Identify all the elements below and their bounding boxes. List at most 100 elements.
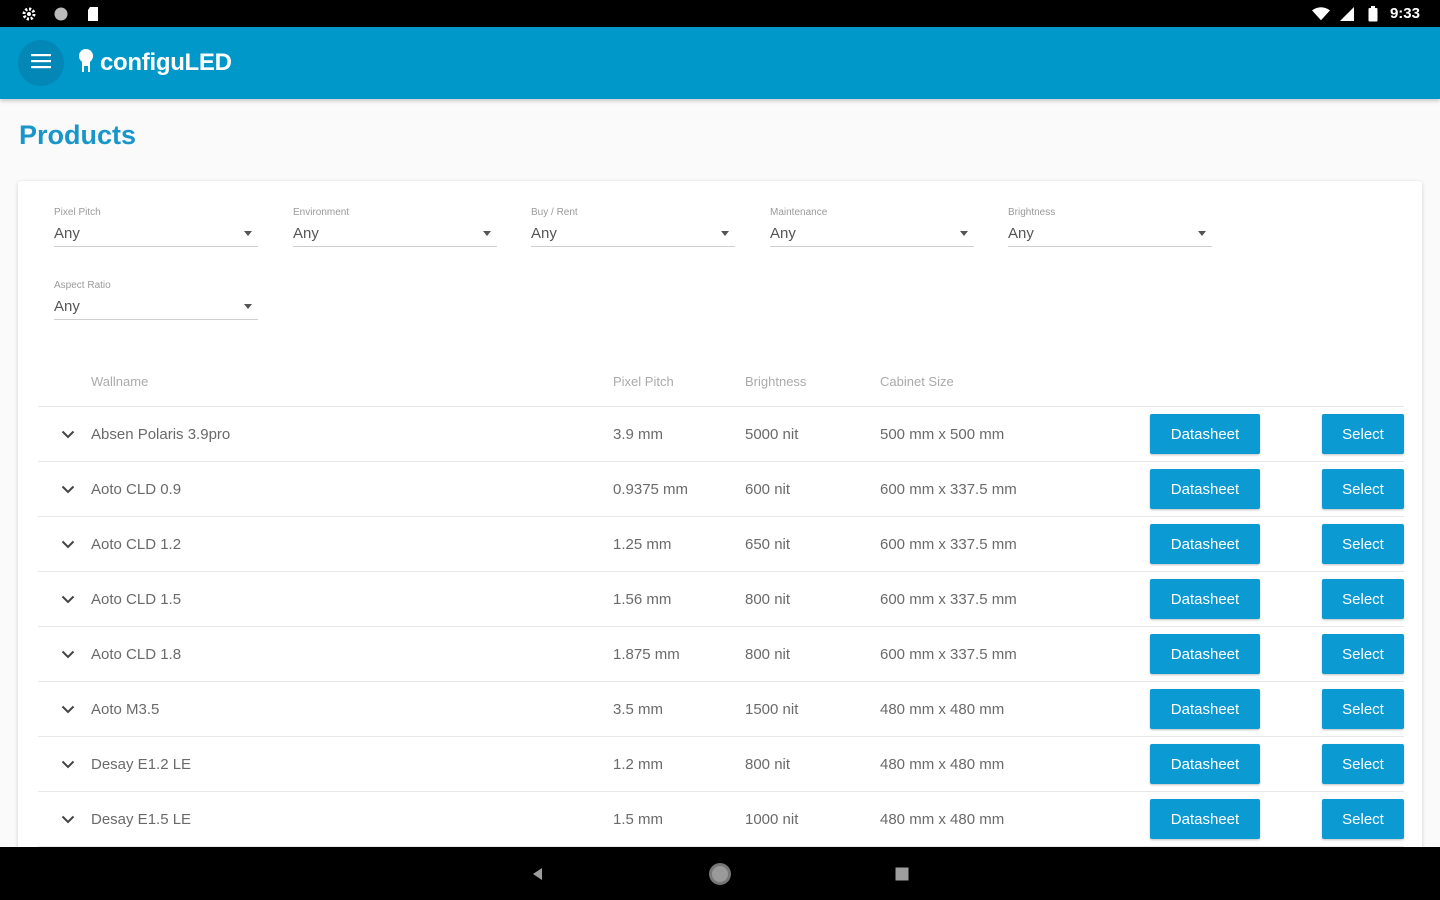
- cell-brightness: 650 nit: [745, 535, 791, 553]
- datasheet-button[interactable]: Datasheet: [1150, 799, 1260, 839]
- table-row: Aoto M3.5 3.5 mm 1500 nit 480 mm x 480 m…: [38, 682, 1404, 737]
- filter-value: Any: [54, 298, 80, 315]
- gear-icon: [20, 5, 38, 23]
- select-button[interactable]: Select: [1322, 634, 1404, 674]
- wifi-icon: [1311, 5, 1330, 23]
- filter-buy-rent: Buy / Rent Any: [531, 207, 735, 247]
- app-bar: configuLED: [0, 27, 1440, 99]
- recents-square-icon: [895, 867, 909, 880]
- header-pixel-pitch: Pixel Pitch: [613, 373, 674, 389]
- cell-wallname: Aoto CLD 1.5: [91, 590, 182, 608]
- filter-value: Any: [770, 225, 796, 242]
- filter-select-aspect-ratio[interactable]: Any: [54, 294, 258, 320]
- chevron-down-icon: [61, 485, 74, 493]
- cell-brightness: 5000 nit: [745, 425, 799, 443]
- products-table: Wallname Pixel Pitch Brightness Cabinet …: [38, 356, 1404, 847]
- status-left: [20, 5, 102, 23]
- cell-wallname: Desay E1.2 LE: [91, 755, 192, 773]
- header-wallname: Wallname: [91, 373, 149, 389]
- cell-wallname: Aoto CLD 0.9: [91, 480, 182, 498]
- logo-text: configuLED: [100, 49, 232, 76]
- datasheet-button[interactable]: Datasheet: [1150, 634, 1260, 674]
- filter-select-buy-rent[interactable]: Any: [531, 221, 735, 247]
- app-logo: configuLED: [76, 47, 232, 80]
- filter-brightness: Brightness Any: [1008, 207, 1212, 247]
- datasheet-button[interactable]: Datasheet: [1150, 524, 1260, 564]
- filter-value: Any: [531, 225, 557, 242]
- led-bulb-icon: [76, 47, 100, 80]
- cell-pixel-pitch: 3.5 mm: [613, 700, 664, 718]
- home-button[interactable]: [704, 858, 736, 890]
- dropdown-arrow-icon: [960, 231, 968, 236]
- filter-label: Buy / Rent: [531, 207, 578, 218]
- recents-button[interactable]: [886, 858, 918, 890]
- status-time: 9:33: [1389, 5, 1420, 22]
- datasheet-button[interactable]: Datasheet: [1150, 414, 1260, 454]
- home-circle-icon: [709, 862, 731, 885]
- cell-brightness: 800 nit: [745, 755, 791, 773]
- datasheet-button[interactable]: Datasheet: [1150, 689, 1260, 729]
- back-triangle-icon: [533, 867, 542, 880]
- expand-row-button[interactable]: [38, 650, 91, 659]
- cell-cabinet-size: 500 mm x 500 mm: [880, 425, 1005, 443]
- products-card: Pixel Pitch Any Environment Any Buy / Re…: [18, 181, 1422, 881]
- datasheet-button[interactable]: Datasheet: [1150, 579, 1260, 619]
- table-row: Aoto CLD 1.8 1.875 mm 800 nit 600 mm x 3…: [38, 627, 1404, 682]
- filter-select-pixel-pitch[interactable]: Any: [54, 221, 258, 247]
- expand-row-button[interactable]: [38, 705, 91, 714]
- cell-brightness: 1500 nit: [745, 700, 799, 718]
- cell-wallname: Aoto CLD 1.8: [91, 645, 182, 663]
- cell-cabinet-size: 600 mm x 337.5 mm: [880, 645, 1017, 663]
- cell-pixel-pitch: 1.2 mm: [613, 755, 664, 773]
- filter-environment: Environment Any: [293, 207, 497, 247]
- status-right: 9:33: [1311, 5, 1420, 23]
- select-button[interactable]: Select: [1322, 744, 1404, 784]
- filter-select-environment[interactable]: Any: [293, 221, 497, 247]
- expand-row-button[interactable]: [38, 485, 91, 494]
- table-row: Desay E1.5 LE 1.5 mm 1000 nit 480 mm x 4…: [38, 792, 1404, 847]
- chevron-down-icon: [61, 540, 74, 548]
- cell-brightness: 600 nit: [745, 480, 791, 498]
- expand-row-button[interactable]: [38, 430, 91, 439]
- table-row: Aoto CLD 0.9 0.9375 mm 600 nit 600 mm x …: [38, 462, 1404, 517]
- cell-cabinet-size: 600 mm x 337.5 mm: [880, 535, 1017, 553]
- cell-signal-icon: [1338, 5, 1356, 23]
- cell-cabinet-size: 600 mm x 337.5 mm: [880, 590, 1017, 608]
- table-header: Wallname Pixel Pitch Brightness Cabinet …: [38, 356, 1404, 407]
- filter-label: Aspect Ratio: [54, 280, 111, 291]
- cell-pixel-pitch: 1.5 mm: [613, 810, 664, 828]
- back-button[interactable]: [522, 858, 554, 890]
- expand-row-button[interactable]: [38, 595, 91, 604]
- expand-row-button[interactable]: [38, 540, 91, 549]
- battery-icon: [1364, 5, 1382, 23]
- dropdown-arrow-icon: [244, 304, 252, 309]
- cell-cabinet-size: 480 mm x 480 mm: [880, 700, 1005, 718]
- select-button[interactable]: Select: [1322, 469, 1404, 509]
- dropdown-arrow-icon: [721, 231, 729, 236]
- cell-cabinet-size: 600 mm x 337.5 mm: [880, 480, 1017, 498]
- select-button[interactable]: Select: [1322, 689, 1404, 729]
- expand-row-button[interactable]: [38, 760, 91, 769]
- chevron-down-icon: [61, 650, 74, 658]
- filter-select-brightness[interactable]: Any: [1008, 221, 1212, 247]
- cell-pixel-pitch: 1.875 mm: [613, 645, 680, 663]
- datasheet-button[interactable]: Datasheet: [1150, 469, 1260, 509]
- cell-brightness: 800 nit: [745, 590, 791, 608]
- table-row: Aoto CLD 1.5 1.56 mm 800 nit 600 mm x 33…: [38, 572, 1404, 627]
- filter-value: Any: [54, 225, 80, 242]
- select-button[interactable]: Select: [1322, 799, 1404, 839]
- filter-pixel-pitch: Pixel Pitch Any: [54, 207, 258, 247]
- select-button[interactable]: Select: [1322, 414, 1404, 454]
- table-row: Desay E1.2 LE 1.2 mm 800 nit 480 mm x 48…: [38, 737, 1404, 792]
- cell-wallname: Aoto CLD 1.2: [91, 535, 182, 553]
- filter-select-maintenance[interactable]: Any: [770, 221, 974, 247]
- select-button[interactable]: Select: [1322, 579, 1404, 619]
- chevron-down-icon: [61, 760, 74, 768]
- datasheet-button[interactable]: Datasheet: [1150, 744, 1260, 784]
- select-button[interactable]: Select: [1322, 524, 1404, 564]
- sd-card-icon: [84, 5, 102, 23]
- menu-button[interactable]: [18, 40, 64, 86]
- filter-label: Pixel Pitch: [54, 207, 101, 218]
- expand-row-button[interactable]: [38, 815, 91, 824]
- navigation-bar: [0, 847, 1440, 900]
